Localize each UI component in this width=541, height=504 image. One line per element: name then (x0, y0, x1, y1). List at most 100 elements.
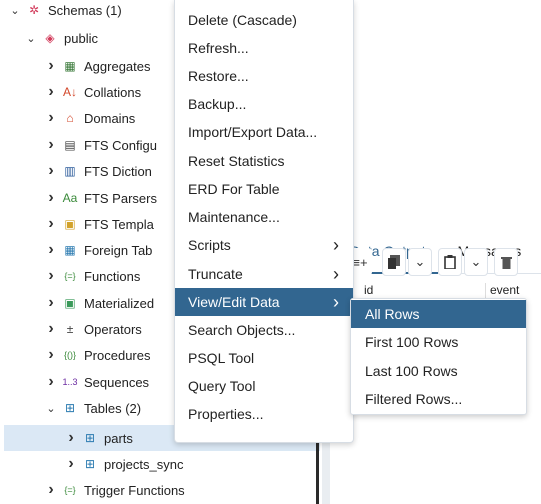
materialized-view-icon: ▣ (64, 296, 76, 310)
menu-item-reset-statistics[interactable]: Reset Statistics (175, 147, 353, 175)
tables-icon: ⊞ (64, 401, 76, 415)
tree-item[interactable]: › A↓ Collations (0, 79, 141, 105)
chevron-right-icon[interactable]: › (44, 162, 58, 180)
context-menu: Delete (Cascade) Refresh... Restore... Back… (174, 0, 354, 443)
fts-dictionary-icon: ▥ (64, 164, 76, 178)
tree-item[interactable]: › ▦ Aggregates (0, 53, 151, 79)
tree-item[interactable]: › {=} Trigger Functions (0, 477, 184, 503)
trash-icon[interactable] (494, 248, 518, 276)
submenu-item-last-100-rows[interactable]: Last 100 Rows (351, 357, 526, 385)
menu-item-truncate[interactable]: Truncate › (175, 260, 353, 288)
chevron-down-icon[interactable]: ⌄ (24, 32, 38, 45)
menu-item-label: Scripts (188, 237, 231, 253)
chevron-right-icon[interactable]: › (44, 136, 58, 154)
tree-item-label: Materialized (84, 295, 155, 311)
tree-item[interactable]: › ▤ FTS Configu (0, 132, 157, 158)
query-result-panel: Data Output Messages ≡+ ⌄ ⌄ id event (330, 0, 541, 504)
tree-item[interactable]: ⌄ ✲ Schemas (1) (0, 0, 121, 23)
menu-item-import-export-data[interactable]: Import/Export Data... (175, 118, 353, 146)
tree-item[interactable]: › ± Operators (0, 316, 142, 342)
chevron-down-icon[interactable]: ⌄ (408, 248, 432, 276)
tree-item-label: projects_sync (104, 456, 184, 472)
chevron-right-icon[interactable]: › (44, 241, 58, 259)
tree-item-label: FTS Configu (84, 137, 157, 153)
tree-item[interactable]: › {()} Procedures (0, 342, 150, 368)
paste-icon[interactable] (438, 248, 462, 276)
tree-item-label: Foreign Tab (84, 242, 153, 258)
tree-item[interactable]: › {=} Functions (0, 263, 140, 289)
chevron-right-icon[interactable]: › (44, 481, 58, 499)
tree-item[interactable]: › 1..3 Sequences (0, 369, 149, 395)
tree-item[interactable]: ⌄ ◈ public (0, 25, 98, 51)
tree-item[interactable]: › ▦ Foreign Tab (0, 237, 152, 263)
menu-item-refresh[interactable]: Refresh... (175, 34, 353, 62)
chevron-right-icon[interactable]: › (44, 57, 58, 75)
menu-item-query-tool[interactable]: Query Tool (175, 372, 353, 400)
schemas-icon: ✲ (28, 3, 40, 17)
chevron-right-icon[interactable]: › (44, 320, 58, 338)
menu-item-label: Import/Export Data... (188, 124, 318, 140)
chevron-right-icon[interactable]: › (44, 215, 58, 233)
sequences-icon: 1..3 (62, 377, 78, 387)
tree-item-label: Operators (84, 321, 142, 337)
menu-item-restore[interactable]: Restore... (175, 62, 353, 90)
domains-icon: ⌂ (66, 111, 74, 125)
submenu-item-first-100-rows[interactable]: First 100 Rows (351, 328, 526, 356)
tree-scrollbar[interactable] (316, 440, 319, 504)
schema-icon: ◈ (45, 31, 55, 45)
chevron-right-icon[interactable]: › (44, 83, 58, 101)
result-toolbar: ≡+ ⌄ ⌄ (330, 246, 518, 278)
menu-item-view-edit-data[interactable]: View/Edit Data › (175, 288, 353, 316)
chevron-right-icon: › (333, 234, 339, 255)
menu-item-label: Truncate (188, 266, 243, 282)
chevron-right-icon[interactable]: › (44, 373, 58, 391)
menu-item-psql-tool[interactable]: PSQL Tool (175, 344, 353, 372)
tree-item-label: Domains (84, 110, 136, 126)
tree-item-label: Functions (84, 268, 141, 284)
menu-item-label: Reset Statistics (188, 153, 285, 169)
operators-icon: ± (66, 322, 74, 336)
tree-item-label: Aggregates (84, 58, 151, 74)
menu-item-maintenance[interactable]: Maintenance... (175, 203, 353, 231)
fts-parser-icon: Aa (62, 191, 78, 205)
chevron-right-icon[interactable]: › (44, 346, 58, 364)
menu-item-properties[interactable]: Properties... (175, 400, 353, 428)
chevron-right-icon[interactable]: › (44, 109, 58, 127)
tree-item[interactable]: › ⌂ Domains (0, 105, 135, 131)
tree-item[interactable]: › ▣ Materialized (0, 290, 154, 316)
menu-item-label: ERD For Table (188, 181, 280, 197)
tree-item[interactable]: ⌄ ⊞ Tables (2) (0, 395, 141, 421)
tree-item-label: Sequences (84, 374, 150, 390)
chevron-right-icon[interactable]: › (44, 294, 58, 312)
table-icon: ⊞ (84, 457, 96, 471)
menu-item-label: Backup... (188, 96, 247, 112)
chevron-down-icon[interactable]: ⌄ (44, 402, 58, 415)
chevron-right-icon[interactable]: › (64, 455, 78, 473)
chevron-down-icon[interactable]: ⌄ (8, 4, 22, 17)
aggregates-icon: ▦ (64, 59, 76, 73)
menu-item-label: View/Edit Data (188, 294, 280, 310)
menu-item-delete-cascade[interactable]: Delete (Cascade) (175, 6, 353, 34)
submenu-item-all-rows[interactable]: All Rows (351, 300, 526, 328)
table-icon: ⊞ (84, 431, 96, 445)
tree-item[interactable]: › ▣ FTS Templa (0, 211, 154, 237)
chevron-right-icon[interactable]: › (44, 267, 58, 285)
menu-item-search-objects[interactable]: Search Objects... (175, 316, 353, 344)
chevron-right-icon[interactable]: › (64, 429, 78, 447)
menu-item-scripts[interactable]: Scripts › (175, 231, 353, 259)
chevron-down-icon[interactable]: ⌄ (464, 248, 488, 276)
submenu-item-filtered-rows[interactable]: Filtered Rows... (351, 385, 526, 413)
tree-item-label: FTS Diction (84, 163, 152, 179)
chevron-right-icon[interactable]: › (44, 189, 58, 207)
tree-item[interactable]: › ▥ FTS Diction (0, 158, 152, 184)
menu-item-backup[interactable]: Backup... (175, 90, 353, 118)
foreign-table-icon: ▦ (64, 243, 76, 257)
trigger-functions-icon: {=} (64, 485, 76, 495)
tree-item[interactable]: › Aa FTS Parsers (0, 185, 157, 211)
tree-item[interactable]: › ⊞ projects_sync (0, 451, 183, 477)
copy-icon[interactable] (382, 248, 406, 276)
chevron-right-icon: › (333, 291, 339, 312)
fts-template-icon: ▣ (64, 217, 76, 231)
view-edit-data-submenu: All Rows First 100 Rows Last 100 Rows Filte… (350, 298, 527, 415)
menu-item-erd-for-table[interactable]: ERD For Table (175, 175, 353, 203)
